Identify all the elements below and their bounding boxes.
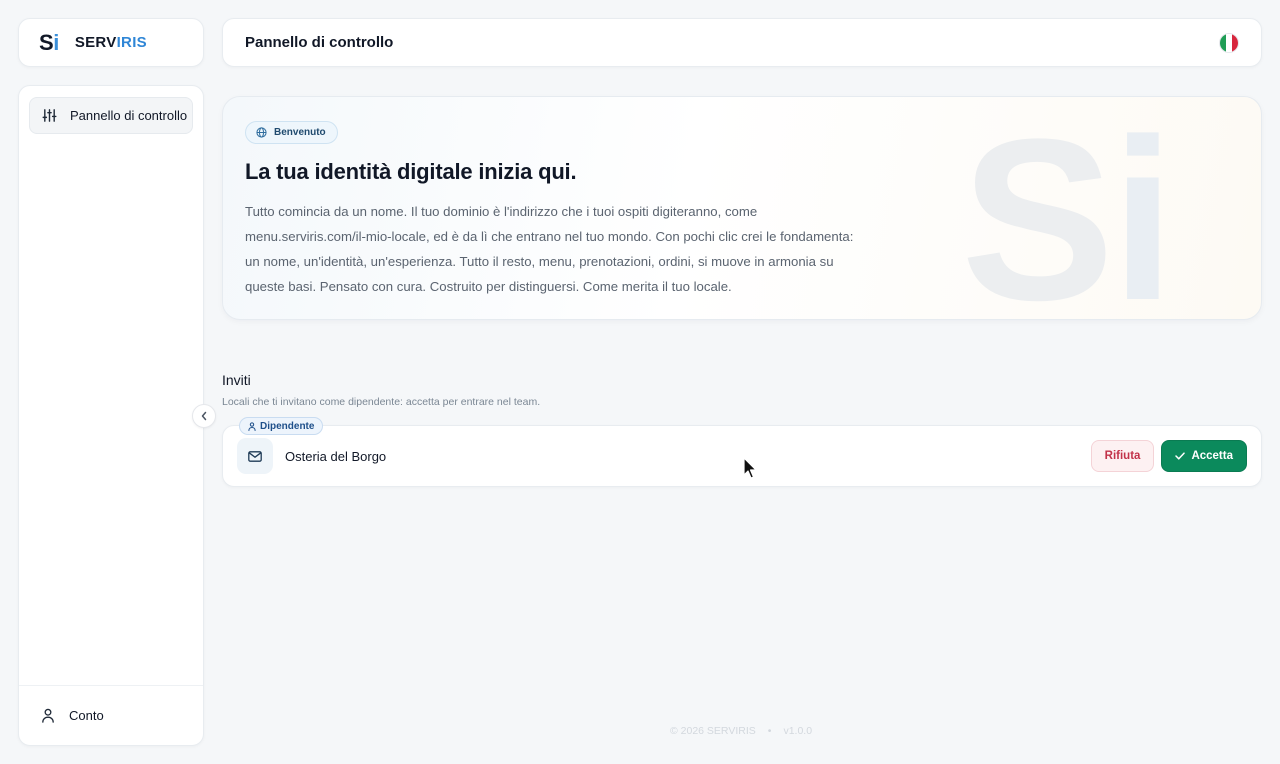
globe-icon	[256, 127, 267, 138]
logo-mark-i: i	[53, 29, 59, 55]
chevron-left-icon	[200, 411, 208, 421]
watermark-s: S	[961, 115, 1114, 315]
footer: © 2026 SERVIRIS • v1.0.0	[670, 725, 812, 737]
role-badge-label: Dipendente	[260, 420, 315, 432]
watermark-i: i	[1111, 115, 1175, 315]
welcome-hero: S i Benvenuto La tua identità digitale i…	[222, 96, 1262, 320]
collapse-sidebar-button[interactable]	[192, 404, 216, 428]
italy-flag-icon[interactable]	[1219, 32, 1239, 53]
welcome-badge: Benvenuto	[245, 121, 338, 144]
footer-separator: •	[767, 725, 772, 737]
logo-mark-s: S	[39, 29, 54, 55]
invite-card: Dipendente Osteria del Borgo Rifiuta Acc…	[222, 417, 1262, 487]
sliders-icon	[42, 108, 57, 123]
sidebar-item-label: Pannello di controllo	[70, 108, 188, 123]
sidebar: Pannello di controllo Conto	[18, 85, 204, 746]
hero-description: Tutto comincia da un nome. Il tuo domini…	[245, 204, 854, 294]
logo-wordmark: SERVIRIS	[75, 34, 147, 51]
accept-button-label: Accetta	[1191, 450, 1233, 462]
hero-title: La tua identità digitale inizia qui.	[245, 159, 577, 184]
sidebar-bottom-label: Conto	[69, 708, 104, 723]
logo-wordmark-blue: IRIS	[116, 34, 147, 51]
page-title: Pannello di controllo	[245, 34, 394, 51]
invites-title: Inviti	[222, 372, 251, 388]
sidebar-item-account[interactable]: Conto	[19, 685, 203, 745]
footer-version: v1.0.0	[783, 725, 813, 737]
role-badge: Dipendente	[239, 417, 324, 435]
logo-mark: Si	[39, 30, 59, 56]
invite-venue-name: Osteria del Borgo	[285, 448, 387, 464]
footer-copyright: © 2026 SERVIRIS	[670, 725, 756, 737]
invite-actions: Rifiuta Accetta	[1090, 440, 1247, 472]
invites-subtitle: Locali che ti invitano come dipendente: …	[222, 396, 541, 408]
top-header: Pannello di controllo	[222, 18, 1262, 67]
reject-button[interactable]: Rifiuta	[1090, 440, 1155, 472]
user-icon	[248, 421, 256, 431]
accept-button[interactable]: Accetta	[1161, 440, 1247, 472]
mouse-cursor-icon	[743, 457, 757, 479]
user-icon	[41, 708, 55, 723]
welcome-badge-label: Benvenuto	[274, 127, 326, 138]
sidebar-item-dashboard[interactable]: Pannello di controllo	[29, 97, 193, 134]
brand-logo[interactable]: Si SERVIRIS	[18, 18, 204, 67]
watermark-logo: S i	[961, 115, 1175, 315]
mail-icon	[237, 438, 273, 474]
logo-wordmark-dark: SERV	[74, 34, 117, 51]
check-icon	[1175, 452, 1186, 460]
